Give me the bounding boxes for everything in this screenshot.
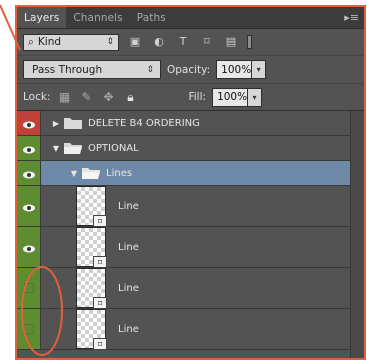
layer-body: ▼ Lines [41, 161, 351, 185]
pixel-filter-icon[interactable]: ▣ [127, 35, 143, 49]
panel-tab-bar: Layers Channels Paths ▸≡ [17, 7, 364, 29]
lock-all-icon[interactable]: 🔒︎ [122, 90, 138, 104]
hidden-visibility-box [23, 324, 34, 334]
layer-row-lines[interactable]: ▼ Lines [17, 161, 351, 186]
layer-thumbnail: ⌑ [76, 186, 107, 227]
layer-row-line[interactable]: ⌑ Line [17, 309, 351, 350]
open-folder-icon [82, 167, 100, 179]
shape-layer-badge-icon: ⌑ [93, 338, 107, 350]
shape-layer-badge-icon: ⌑ [93, 215, 107, 227]
opacity-label: Opacity: [167, 63, 211, 76]
visibility-toggle[interactable] [17, 111, 41, 135]
layer-name: Line [118, 200, 139, 212]
tab-channels[interactable]: Channels [66, 7, 129, 28]
layer-thumbnail: ⌑ [76, 227, 107, 268]
folder-icon [64, 117, 82, 129]
eye-icon [22, 197, 35, 216]
eye-icon [22, 139, 35, 158]
layers-scrollbar[interactable] [350, 111, 364, 358]
adjustment-filter-icon[interactable]: ◐ [151, 35, 167, 49]
lock-image-pixels-icon[interactable]: ✎ [78, 90, 94, 104]
fill-label: Fill: [188, 91, 207, 103]
expanded-triangle-icon[interactable]: ▼ [51, 144, 61, 153]
select-arrows-icon: ⇕ [146, 64, 154, 75]
layer-name: Lines [106, 167, 133, 179]
layer-row-optional[interactable]: ▼ OPTIONAL [17, 136, 351, 161]
visibility-toggle[interactable] [17, 227, 41, 267]
visibility-toggle[interactable] [17, 186, 41, 226]
search-icon: ⌕ [28, 35, 34, 48]
layer-name: Line [118, 282, 139, 294]
filter-kind-label: Kind [37, 36, 62, 48]
tab-layers[interactable]: Layers [17, 7, 67, 28]
layer-row-line[interactable]: ⌑ Line [17, 186, 351, 227]
layer-body: ⌑ Line [41, 309, 351, 350]
lock-position-icon[interactable]: ✥ [100, 90, 116, 104]
layers-list: ▶ DELETE B4 ORDERING ▼ OPTIONAL ▼ Lines … [17, 111, 351, 350]
type-filter-icon[interactable]: T [175, 35, 191, 49]
layer-name: OPTIONAL [88, 142, 139, 154]
fill-field[interactable]: 100% [212, 87, 249, 107]
visibility-toggle[interactable] [17, 268, 41, 308]
open-folder-icon [64, 142, 82, 154]
layer-row-delete-b4-ordering[interactable]: ▶ DELETE B4 ORDERING [17, 111, 351, 136]
visibility-toggle[interactable] [17, 309, 41, 349]
blend-mode-value: Pass Through [32, 63, 103, 76]
panel-menu-icon[interactable]: ▸≡ [344, 11, 359, 24]
opacity-field[interactable]: 100% [216, 60, 253, 79]
tab-paths[interactable]: Paths [130, 7, 173, 28]
smart-object-filter-icon[interactable]: ▤ [223, 35, 239, 49]
collapsed-triangle-icon[interactable]: ▶ [51, 119, 61, 128]
layer-row-line[interactable]: ⌑ Line [17, 268, 351, 309]
blend-mode-select[interactable]: Pass Through ⇕ [23, 60, 161, 79]
fill-dropdown-button[interactable]: ▾ [248, 87, 263, 107]
layer-thumbnail: ⌑ [76, 268, 107, 309]
layer-body: ⌑ Line [41, 268, 351, 309]
layer-body: ▶ DELETE B4 ORDERING [41, 111, 351, 135]
opacity-dropdown-button[interactable]: ▾ [252, 60, 267, 79]
expanded-triangle-icon[interactable]: ▼ [69, 169, 79, 178]
layer-body: ⌑ Line [41, 227, 351, 268]
layer-body: ▼ OPTIONAL [41, 136, 351, 160]
layers-panel: Layers Channels Paths ▸≡ ⌕ Kind ⇕ ▣ ◐ T … [15, 5, 366, 360]
layer-name: DELETE B4 ORDERING [88, 117, 200, 129]
lock-transparent-pixels-icon[interactable]: ▦ [56, 90, 72, 104]
eye-icon [22, 238, 35, 257]
select-arrows-icon: ⇕ [106, 37, 114, 47]
shape-filter-icon[interactable]: ⌑ [199, 35, 215, 49]
hidden-visibility-box [23, 283, 34, 293]
lock-label: Lock: [23, 91, 51, 103]
visibility-toggle[interactable] [17, 161, 41, 185]
eye-icon [22, 164, 35, 183]
shape-layer-badge-icon: ⌑ [93, 256, 107, 268]
layer-body: ⌑ Line [41, 186, 351, 227]
blend-row: Pass Through ⇕ Opacity: 100% ▾ [17, 55, 364, 83]
filter-row: ⌕ Kind ⇕ ▣ ◐ T ⌑ ▤ [17, 29, 364, 55]
layer-name: Line [118, 323, 139, 335]
filter-kind-select[interactable]: ⌕ Kind ⇕ [23, 33, 119, 51]
layer-row-line[interactable]: ⌑ Line [17, 227, 351, 268]
lock-row: Lock: ▦ ✎ ✥ 🔒︎ Fill: 100% ▾ [17, 83, 364, 111]
shape-layer-badge-icon: ⌑ [93, 297, 107, 309]
filter-toggle-switch[interactable] [247, 35, 252, 49]
eye-icon [22, 114, 35, 133]
visibility-toggle[interactable] [17, 136, 41, 160]
layer-name: Line [118, 241, 139, 253]
layer-thumbnail: ⌑ [76, 309, 107, 350]
